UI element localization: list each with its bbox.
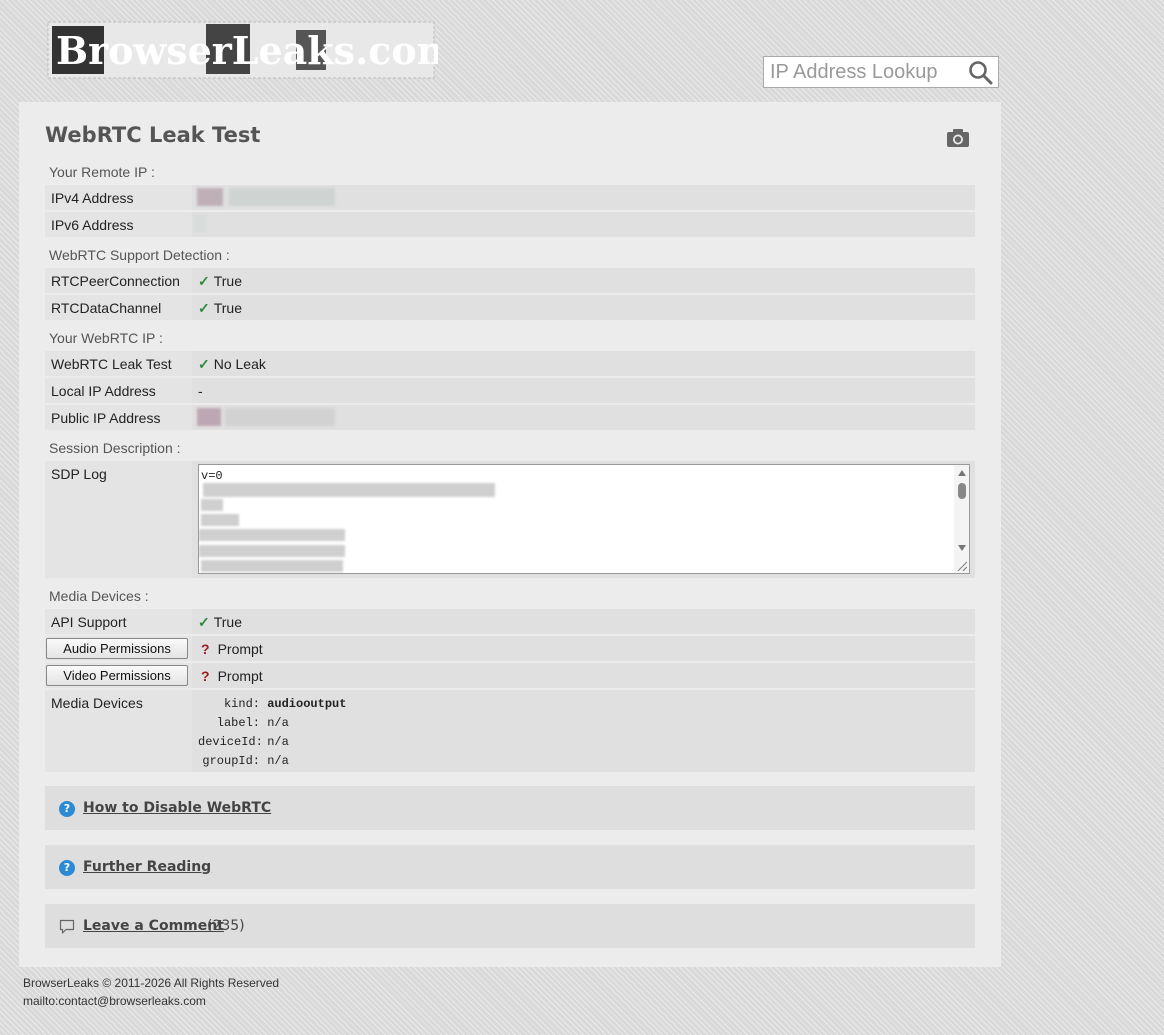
check-icon: ✓ [198,300,210,316]
ip-lookup-input[interactable] [764,57,970,87]
main-panel: WebRTC Leak Test Your Remote IP : IPv4 A… [19,102,1001,967]
row-ipv4: IPv4 Address [45,185,975,210]
media-devices-label: Media Devices [51,695,143,711]
api-support-label: API Support [51,614,127,630]
audio-permissions-button[interactable]: Audio Permissions [46,638,188,659]
device-label-key: label: [216,716,260,730]
api-support-value: True [213,614,243,630]
site-logo[interactable]: BrowserLeaks.com [46,16,438,84]
rtcpeerconnection-value: True [213,273,243,289]
question-icon: ? [201,641,210,657]
comment-count: (235) [207,918,245,934]
row-webrtc-leak-test: WebRTC Leak Test ✓ No Leak [45,351,975,376]
ipv4-value-redacted [197,188,335,207]
row-audio-permissions: Audio Permissions ? Prompt [45,636,975,661]
camera-icon[interactable] [946,128,970,148]
footer-copyright: BrowserLeaks © 2011-2026 All Rights Rese… [23,976,280,990]
audio-permissions-value: Prompt [217,641,263,657]
section-webrtc-ip: Your WebRTC IP : [49,330,163,346]
sdp-log-label: SDP Log [51,466,107,482]
ip-lookup-search [763,56,999,88]
row-public-ip: Public IP Address [45,405,975,430]
scroll-thumb[interactable] [958,483,966,499]
check-icon: ✓ [198,356,210,372]
sdp-scrollbar[interactable] [954,465,969,573]
device-groupid-value: n/a [267,754,289,768]
local-ip-value: - [198,383,203,399]
scroll-down-icon[interactable] [958,545,966,551]
page-title: WebRTC Leak Test [45,123,261,147]
further-reading-link[interactable]: Further Reading [83,859,211,875]
row-ipv6: IPv6 Address [45,212,975,237]
sdp-log-textarea[interactable]: v=0 [198,464,970,574]
info-icon: ? [59,801,75,817]
check-icon: ✓ [198,614,210,630]
check-icon: ✓ [198,273,210,289]
rtcdatachannel-value: True [213,300,243,316]
section-leave-comment[interactable]: Leave a Comment (235) [45,904,975,948]
device-kind-value: audiooutput [267,697,347,711]
ipv4-label: IPv4 Address [51,190,134,206]
row-sdp-log: SDP Log v=0 [45,461,975,578]
section-remote-ip: Your Remote IP : [49,164,155,180]
local-ip-label: Local IP Address [51,383,156,399]
section-how-to-disable[interactable]: ? How to Disable WebRTC [45,786,975,830]
row-api-support: API Support ✓ True [45,609,975,634]
ipv6-label: IPv6 Address [51,217,134,233]
section-media-devices: Media Devices : [49,588,149,604]
video-permissions-value: Prompt [217,668,263,684]
section-session-description: Session Description : [49,440,181,456]
how-to-disable-link[interactable]: How to Disable WebRTC [83,800,271,816]
webrtc-leak-value: No Leak [213,356,266,372]
row-media-devices: Media Devices kind: audiooutput label: n… [45,690,975,772]
webrtc-leak-label: WebRTC Leak Test [51,356,172,372]
section-support-detection: WebRTC Support Detection : [49,247,230,263]
media-device-entry: kind: audiooutput label: n/a deviceId: n… [198,697,346,773]
rtcdatachannel-label: RTCDataChannel [51,300,162,316]
video-permissions-button[interactable]: Video Permissions [46,665,188,686]
device-deviceid-key: deviceId: [198,735,263,749]
search-icon[interactable] [968,60,994,86]
device-label-value: n/a [267,716,289,730]
section-further-reading[interactable]: ? Further Reading [45,845,975,889]
row-local-ip: Local IP Address - [45,378,975,403]
public-ip-value-redacted [197,408,335,427]
device-kind-key: kind: [223,697,260,711]
svg-text:BrowserLeaks.com: BrowserLeaks.com [56,28,438,73]
leave-comment-link[interactable]: Leave a Comment [83,918,224,934]
resize-grip-icon[interactable] [957,561,967,571]
comment-icon [59,919,75,934]
device-deviceid-value: n/a [267,735,289,749]
sdp-first-line: v=0 [201,469,223,483]
scroll-up-icon[interactable] [958,470,966,476]
info-icon: ? [59,860,75,876]
ipv6-value-redacted [193,215,207,234]
footer-mailto[interactable]: mailto:contact@browserleaks.com [23,994,206,1008]
question-icon: ? [201,668,210,684]
row-rtcdatachannel: RTCDataChannel ✓ True [45,295,975,320]
public-ip-label: Public IP Address [51,410,161,426]
rtcpeerconnection-label: RTCPeerConnection [51,273,180,289]
row-video-permissions: Video Permissions ? Prompt [45,663,975,688]
row-rtcpeerconnection: RTCPeerConnection ✓ True [45,268,975,293]
device-groupid-key: groupId: [202,754,260,768]
